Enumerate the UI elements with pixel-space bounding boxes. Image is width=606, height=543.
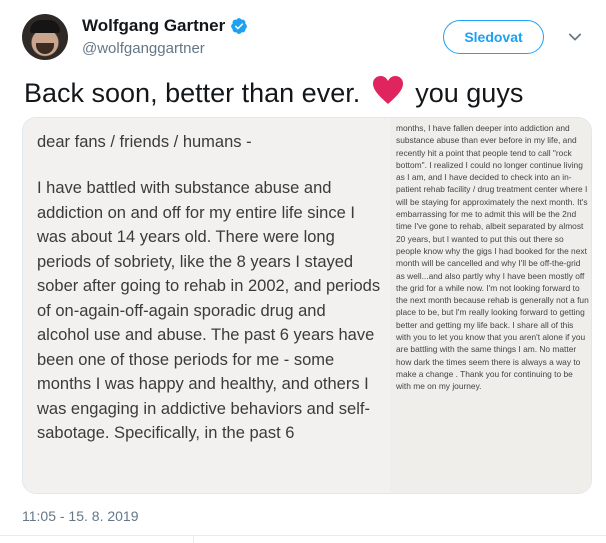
user-handle[interactable]: @wolfganggartner [82, 40, 205, 57]
follow-button[interactable]: Sledovat [443, 20, 544, 54]
avatar-cap [30, 20, 60, 33]
red-heart-icon [372, 76, 403, 104]
letter-body-right: months, I have fallen deeper into addict… [396, 123, 589, 392]
media-image-left[interactable]: dear fans / friends / humans - I have ba… [23, 118, 387, 493]
tweet-text: Back soon, better than ever. you guys [24, 75, 523, 109]
display-name[interactable]: Wolfgang Gartner [82, 16, 225, 36]
tweet-text-before: Back soon, better than ever. [24, 78, 361, 108]
tweet-timestamp[interactable]: 11:05 - 15. 8. 2019 [22, 508, 139, 524]
tweet-header: Wolfgang Gartner @wolfganggartner Sledov… [22, 14, 592, 60]
avatar-beard [36, 43, 54, 54]
verified-badge-icon [231, 18, 248, 34]
divider-vertical [193, 535, 194, 543]
letter-greeting: dear fans / friends / humans - [37, 133, 252, 151]
chevron-down-icon[interactable] [566, 28, 584, 46]
letter-body-left: I have battled with substance abuse and … [37, 179, 381, 442]
tweet-media[interactable]: dear fans / friends / humans - I have ba… [22, 117, 592, 494]
tweet-text-after: you guys [415, 78, 524, 108]
media-image-right[interactable]: months, I have fallen deeper into addict… [390, 118, 591, 493]
divider [0, 535, 606, 536]
avatar[interactable] [22, 14, 68, 60]
name-row: Wolfgang Gartner [82, 16, 248, 36]
